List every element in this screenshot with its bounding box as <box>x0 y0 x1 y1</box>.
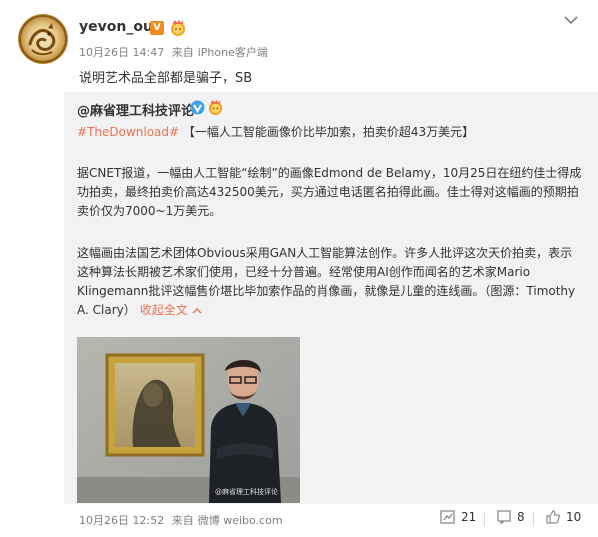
weibo-post-card: yevon_ou V 10月26日 14:47 来自 iPhone客户端 说明艺术… <box>0 0 598 537</box>
repost-count: 21 <box>461 510 477 524</box>
repost-timestamp[interactable]: 10月26日 12:52 <box>79 514 164 527</box>
chevron-down-icon[interactable] <box>564 15 578 25</box>
chevron-up-icon <box>192 308 202 314</box>
avatar[interactable] <box>18 14 68 64</box>
collapse-label[interactable]: 收起全文 <box>140 303 188 317</box>
collapse-text-link[interactable]: 收起全文 <box>140 303 202 317</box>
vip-badge-icon[interactable]: V <box>150 21 164 35</box>
post-image[interactable]: @麻省理工科技评论 <box>77 337 300 503</box>
repost-meta: 10月26日 12:52 来自 微博 weibo.com <box>79 512 287 528</box>
post-timestamp[interactable]: 10月26日 14:47 <box>79 46 164 59</box>
member-crown-icon[interactable] <box>169 19 187 36</box>
photo-illustration <box>77 337 300 503</box>
image-watermark: @麻省理工科技评论 <box>215 488 278 496</box>
repost-source: 微博 weibo.com <box>197 514 283 527</box>
source-prefix: 来自 <box>171 46 194 59</box>
comment-button[interactable]: 8 <box>497 510 525 524</box>
post-text: 说明艺术品全部都是骗子，SB <box>79 71 253 86</box>
avatar-dragon-emblem <box>19 15 67 63</box>
action-divider <box>533 512 534 526</box>
repost-block: @麻省理工科技评论 #TheDownload# 【一幅人工智能画像价比毕加索，拍… <box>64 92 598 504</box>
hashtag-link[interactable]: #TheDownload# <box>77 125 179 139</box>
author-username[interactable]: yevon_ou <box>79 19 153 35</box>
member-crown-icon[interactable] <box>207 99 224 115</box>
body-paragraph-1: 据CNET报道，一幅由人工智能“绘制”的画像Edmond de Belamy，1… <box>77 166 582 218</box>
action-divider <box>484 512 485 526</box>
repost-source-prefix: 来自 <box>171 514 194 527</box>
like-button[interactable]: 10 <box>546 510 581 524</box>
comment-count: 8 <box>517 510 525 524</box>
repost-title-line: #TheDownload# 【一幅人工智能画像价比毕加索，拍卖价超43万美元】 <box>77 123 474 140</box>
like-icon <box>546 510 560 524</box>
repost-icon <box>440 510 455 524</box>
post-source: iPhone客户端 <box>197 46 268 59</box>
comment-icon <box>497 510 511 524</box>
like-count: 10 <box>566 510 582 524</box>
original-author-link[interactable]: @麻省理工科技评论 <box>77 100 194 119</box>
headline: 【一幅人工智能画像价比毕加索，拍卖价超43万美元】 <box>182 125 475 139</box>
repost-button[interactable]: 21 <box>440 510 476 524</box>
post-meta: 10月26日 14:47 来自 iPhone客户端 <box>79 44 272 60</box>
verified-icon <box>190 100 205 115</box>
body-paragraph-2: 这幅画由法国艺术团体Obvious采用GAN人工智能算法创作。许多人批评这次天价… <box>77 244 582 320</box>
